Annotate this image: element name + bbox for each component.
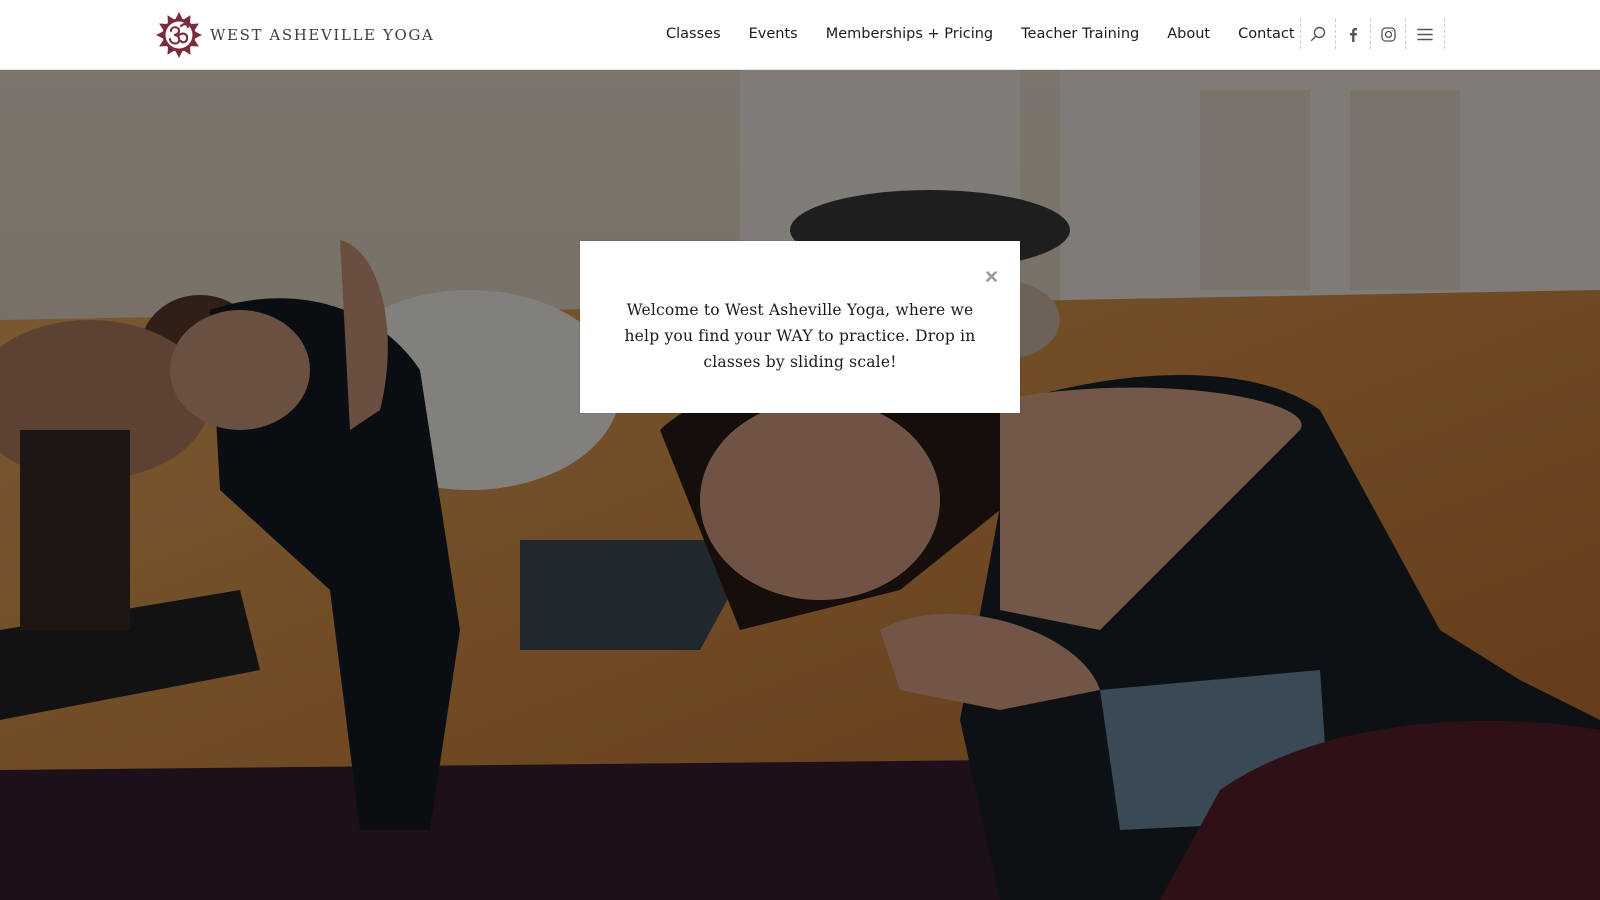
hero-dark-overlay xyxy=(0,70,1600,900)
nav-item-contact[interactable]: Contact xyxy=(1238,26,1294,42)
site-header: WEST ASHEVILLE YOGA Classes Events Membe… xyxy=(0,0,1600,70)
popup-close-button[interactable] xyxy=(984,269,998,283)
header-icon-group xyxy=(1300,19,1445,49)
nav-item-memberships-pricing[interactable]: Memberships + Pricing xyxy=(826,26,993,42)
instagram-icon xyxy=(1380,26,1396,42)
menu-button[interactable] xyxy=(1406,19,1445,49)
instagram-link[interactable] xyxy=(1371,19,1406,49)
hamburger-menu-icon xyxy=(1417,28,1433,40)
brand-name: WEST ASHEVILLE YOGA xyxy=(210,26,435,44)
close-icon xyxy=(985,270,997,282)
nav-item-teacher-training[interactable]: Teacher Training xyxy=(1021,26,1139,42)
nav-item-events[interactable]: Events xyxy=(749,26,798,42)
nav-item-about[interactable]: About xyxy=(1167,26,1210,42)
main-nav: Classes Events Memberships + Pricing Tea… xyxy=(666,0,1295,68)
nav-item-classes[interactable]: Classes xyxy=(666,26,721,42)
search-icon xyxy=(1310,26,1326,42)
hero-section xyxy=(0,70,1600,900)
facebook-link[interactable] xyxy=(1336,19,1371,49)
search-button[interactable] xyxy=(1301,19,1336,49)
facebook-icon xyxy=(1350,27,1358,42)
om-mandala-logo xyxy=(156,12,202,58)
popup-message: Welcome to West Asheville Yoga, where we… xyxy=(624,301,976,371)
site-logo[interactable]: WEST ASHEVILLE YOGA xyxy=(156,12,434,58)
welcome-popup: Welcome to West Asheville Yoga, where we… xyxy=(580,241,1020,413)
